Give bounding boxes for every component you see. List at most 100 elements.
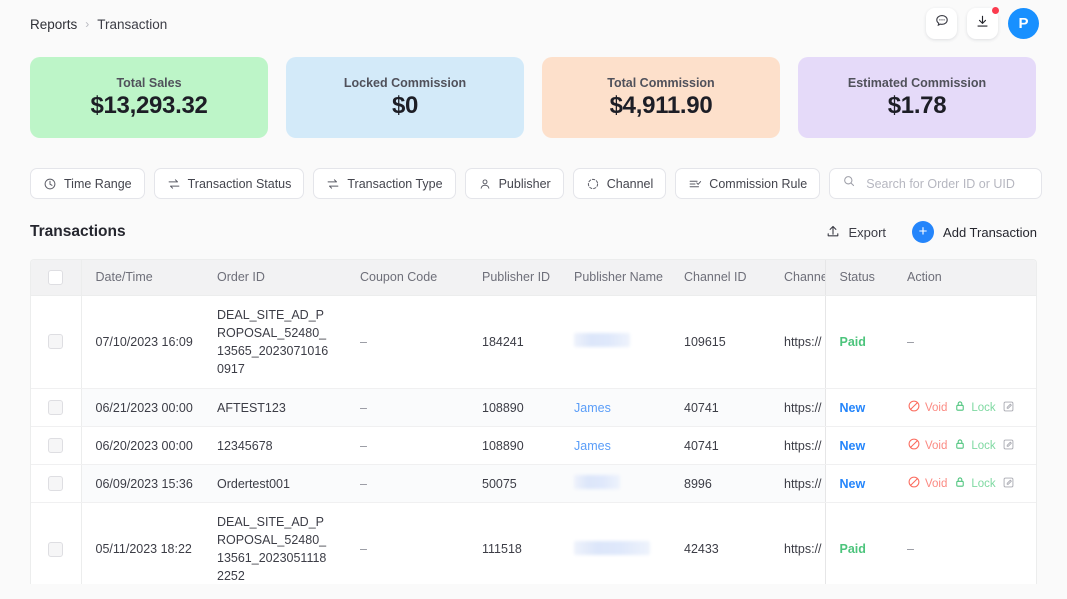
stat-card-label: Estimated Commission (847, 75, 987, 90)
table-header: Date/Time Order ID Coupon Code Publisher… (31, 260, 1036, 296)
edit-icon (1002, 400, 1015, 416)
add-transaction-button[interactable]: + Add Transaction (912, 221, 1037, 243)
transactions-table: Date/Time Order ID Coupon Code Publisher… (30, 259, 1037, 584)
filter-label: Time Range (64, 176, 132, 191)
lock-label: Lock (971, 477, 996, 490)
edit-button[interactable] (1002, 438, 1015, 454)
stat-card-label: Total Commission (607, 75, 715, 90)
cell-coupon-code: – (346, 502, 468, 584)
filter-publisher[interactable]: Publisher (464, 168, 564, 199)
export-button[interactable]: Export (825, 223, 886, 242)
cell-coupon-code: – (346, 426, 468, 465)
cell-coupon-code: – (346, 388, 468, 427)
column-header-coupon-code[interactable]: Coupon Code (346, 260, 468, 296)
export-label: Export (848, 224, 887, 240)
breadcrumb-current: Transaction (97, 16, 168, 32)
cell-publisher-id: 108890 (468, 426, 560, 465)
void-button[interactable]: Void (907, 475, 947, 492)
row-select-cell[interactable] (31, 502, 82, 584)
stat-card-value: $4,911.90 (609, 91, 713, 119)
cell-channel: https:// (770, 388, 825, 427)
cell-channel-id: 109615 (670, 295, 770, 389)
row-select-cell[interactable] (31, 295, 82, 389)
lock-button[interactable]: Lock (953, 399, 996, 416)
filter-transaction-status[interactable]: Transaction Status (153, 168, 305, 199)
page-title: Transactions (30, 223, 126, 240)
cell-channel-id: 8996 (670, 464, 770, 503)
column-header-publisher-name[interactable]: Publisher Name (560, 260, 670, 296)
filter-label: Publisher (498, 176, 551, 191)
row-checkbox[interactable] (48, 334, 64, 350)
cell-datetime: 06/21/2023 00:00 (81, 388, 203, 427)
void-button[interactable]: Void (907, 437, 947, 454)
stat-card-total-sales: Total Sales $13,293.32 (30, 57, 268, 138)
cell-datetime: 06/09/2023 15:36 (81, 464, 203, 503)
filter-time-range[interactable]: Time Range (30, 168, 145, 199)
cell-channel-id: 40741 (670, 426, 770, 465)
cell-order-id: AFTEST123 (203, 388, 346, 427)
filter-label: Transaction Type (347, 176, 443, 191)
breadcrumb-separator-icon: › (85, 17, 90, 31)
cell-publisher-name[interactable]: James (574, 401, 611, 415)
row-select-cell[interactable] (31, 426, 82, 465)
table-row[interactable]: 06/09/2023 15:36 Ordertest001 – 50075 89… (31, 464, 1036, 503)
edit-button[interactable] (1002, 476, 1015, 492)
void-button[interactable]: Void (907, 399, 947, 416)
redacted-value (574, 333, 630, 348)
cell-channel-id: 42433 (670, 502, 770, 584)
message-button[interactable] (926, 8, 957, 39)
column-header-publisher-id[interactable]: Publisher ID (468, 260, 560, 296)
cell-publisher-id: 50075 (468, 464, 560, 503)
row-checkbox[interactable] (48, 476, 64, 492)
filter-label: Transaction Status (187, 176, 292, 191)
select-all-header[interactable] (31, 260, 82, 296)
add-transaction-label: Add Transaction (943, 224, 1037, 240)
download-icon (975, 14, 990, 34)
redacted-value (574, 475, 620, 489)
column-header-status[interactable]: Status (824, 260, 893, 296)
swap-arrows-icon (167, 177, 181, 191)
avatar[interactable]: P (1008, 8, 1039, 39)
filter-channel[interactable]: Channel (572, 168, 667, 199)
top-bar: Reports › Transaction P (0, 0, 1067, 48)
lock-button[interactable]: Lock (953, 475, 996, 492)
cell-publisher-name (560, 502, 670, 584)
row-select-cell[interactable] (31, 464, 82, 503)
breadcrumb-parent[interactable]: Reports (30, 17, 77, 32)
void-label: Void (925, 439, 948, 452)
cell-channel-id: 40741 (670, 388, 770, 427)
cell-channel: https:// (770, 464, 825, 503)
select-all-checkbox[interactable] (48, 269, 64, 285)
column-header-action[interactable]: Action (893, 260, 1036, 296)
lock-button[interactable]: Lock (953, 437, 996, 454)
stat-card-label: Locked Commission (343, 75, 467, 90)
edit-button[interactable] (1002, 400, 1015, 416)
search-input[interactable] (864, 175, 1030, 192)
download-button[interactable] (967, 7, 999, 39)
row-select-cell[interactable] (31, 388, 82, 427)
column-header-order-id[interactable]: Order ID (203, 260, 346, 296)
stat-card-estimated-commission: Estimated Commission $1.78 (798, 57, 1036, 138)
table-row[interactable]: 06/21/2023 00:00 AFTEST123 – 108890 Jame… (31, 388, 1036, 427)
lock-label: Lock (971, 401, 996, 414)
swap-arrows-icon (326, 177, 340, 191)
cell-coupon-code: – (346, 464, 468, 503)
column-header-datetime[interactable]: Date/Time (81, 260, 203, 296)
column-header-channel[interactable]: Channe (770, 260, 825, 296)
column-header-channel-id[interactable]: Channel ID (670, 260, 770, 296)
table-row[interactable]: 07/10/2023 16:09 DEAL_SITE_AD_PROPOSAL_5… (31, 295, 1036, 389)
stat-cards: Total Sales $13,293.32 Locked Commission… (0, 57, 1067, 138)
edit-icon (1002, 476, 1015, 492)
table-header-row: Date/Time Order ID Coupon Code Publisher… (31, 260, 1036, 296)
table-row[interactable]: 05/11/2023 18:22 DEAL_SITE_AD_PROPOSAL_5… (31, 502, 1036, 584)
row-checkbox[interactable] (48, 438, 64, 454)
filter-commission-rule[interactable]: Commission Rule (675, 168, 821, 199)
filter-transaction-type[interactable]: Transaction Type (313, 168, 456, 199)
row-checkbox[interactable] (48, 541, 64, 557)
cell-publisher-name[interactable]: James (574, 439, 611, 453)
search-box[interactable] (829, 168, 1043, 199)
table-row[interactable]: 06/20/2023 00:00 12345678 – 108890 James… (31, 426, 1036, 465)
stat-card-total-commission: Total Commission $4,911.90 (542, 57, 780, 138)
row-checkbox[interactable] (48, 400, 64, 416)
stat-card-locked-commission: Locked Commission $0 (286, 57, 524, 138)
